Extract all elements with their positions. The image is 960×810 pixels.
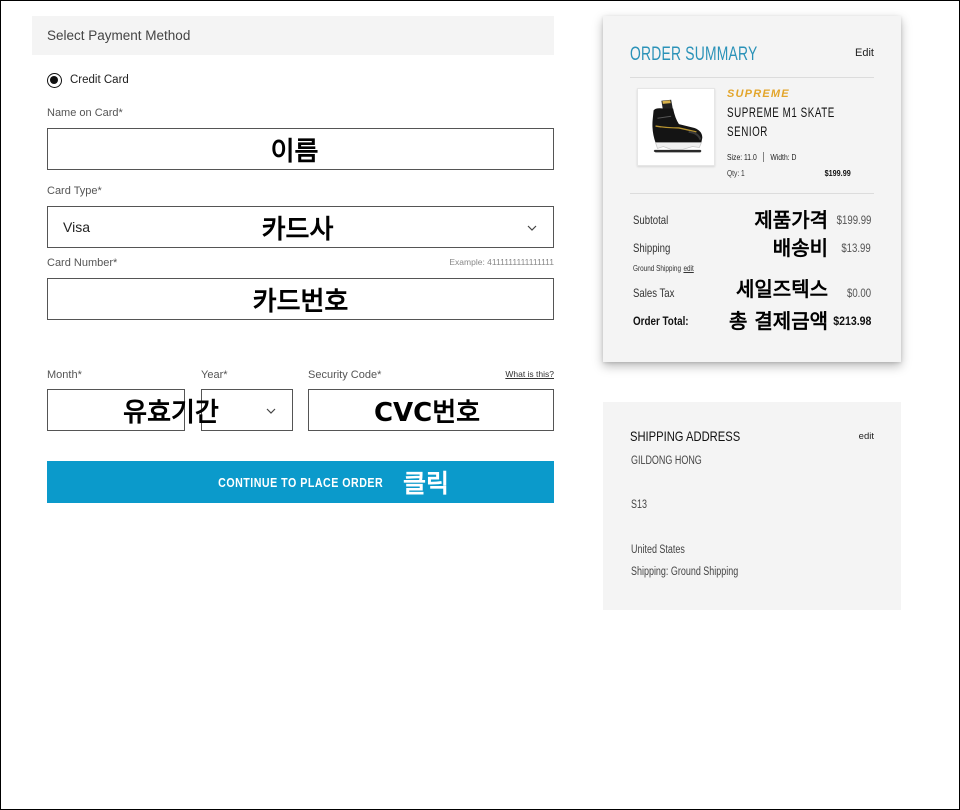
shipping-method-edit-link[interactable]: edit: [683, 264, 693, 273]
sales-tax-label: Sales Tax: [633, 286, 675, 300]
security-code-label: Security Code*: [308, 369, 382, 381]
annotation-shipping: 배송비: [772, 236, 828, 260]
security-code-input[interactable]: [308, 389, 554, 431]
annotation-subtotal: 제품가격: [754, 208, 828, 232]
shipping-value: $13.99: [841, 241, 871, 255]
card-type-label: Card Type*: [47, 185, 102, 197]
shipping-method: Ground Shipping edit: [633, 264, 694, 273]
product-attributes: Size: 11.0 Width: D: [727, 152, 796, 162]
address-line: S13: [631, 499, 647, 511]
annotation-order-total: 총 결제금액: [729, 309, 828, 333]
card-number-label: Card Number*: [47, 257, 118, 269]
order-total-value: $213.98: [832, 314, 871, 328]
address-line: Shipping: Ground Shipping: [631, 566, 739, 578]
summary-divider: [630, 193, 874, 194]
payment-section-header: Select Payment Method: [32, 16, 554, 55]
credit-card-label[interactable]: Credit Card: [70, 73, 129, 88]
order-summary-title: ORDER SUMMARY: [630, 44, 758, 65]
shipping-address-edit-link[interactable]: edit: [859, 431, 874, 442]
year-select[interactable]: [201, 389, 293, 431]
annotation-sales-tax: 세일즈텍스: [736, 277, 828, 301]
card-type-value: Visa: [63, 219, 90, 235]
shipping-address-title: SHIPPING ADDRESS: [630, 428, 741, 444]
order-total-label: Order Total:: [633, 314, 689, 328]
card-number-example: Example: 4111111111111111: [449, 257, 554, 267]
name-on-card-label: Name on Card*: [47, 107, 123, 119]
address-line: United States: [631, 544, 685, 556]
security-code-help-link[interactable]: What is this?: [505, 369, 554, 379]
payment-section-title: Select Payment Method: [47, 28, 191, 43]
hockey-skate-image: [652, 99, 703, 153]
card-number-input[interactable]: [47, 278, 554, 320]
checkout-page: Select Payment Method Credit Card Name o…: [0, 0, 960, 810]
month-label: Month*: [47, 369, 82, 381]
sales-tax-value: $0.00: [846, 286, 871, 300]
product-image: [637, 88, 715, 166]
order-summary-edit-link[interactable]: Edit: [855, 47, 874, 60]
product-name: SUPREME M1 SKATE SENIOR: [727, 104, 835, 139]
shipping-address-panel: SHIPPING ADDRESS edit GILDONG HONG S13 U…: [603, 402, 901, 610]
product-brand-logo: SUPREME: [727, 88, 790, 100]
attribute-separator: [763, 152, 764, 162]
continue-to-place-order-button[interactable]: CONTINUE TO PLACE ORDER: [47, 461, 554, 503]
continue-button-label: CONTINUE TO PLACE ORDER: [217, 474, 384, 490]
chevron-down-icon: [527, 225, 537, 231]
subtotal-value: $199.99: [836, 213, 871, 227]
product-price: $199.99: [824, 168, 851, 178]
name-on-card-input[interactable]: [47, 128, 554, 170]
address-line: GILDONG HONG: [631, 455, 702, 467]
product-size: Size: 11.0: [727, 152, 757, 162]
subtotal-label: Subtotal: [633, 213, 669, 227]
product-qty: Qty: 1: [727, 168, 745, 178]
year-label: Year*: [201, 369, 228, 381]
shipping-method-name: Ground Shipping: [633, 264, 682, 273]
order-summary-panel: ORDER SUMMARY Edit SUPREME SUPREME M1 SK…: [603, 16, 901, 362]
month-select[interactable]: [47, 389, 185, 431]
credit-card-radio[interactable]: [47, 73, 62, 88]
summary-divider: [630, 77, 874, 78]
product-width: Width: D: [770, 152, 797, 162]
card-type-select[interactable]: Visa: [47, 206, 554, 248]
shipping-label: Shipping: [633, 241, 671, 255]
chevron-down-icon: [266, 408, 276, 414]
